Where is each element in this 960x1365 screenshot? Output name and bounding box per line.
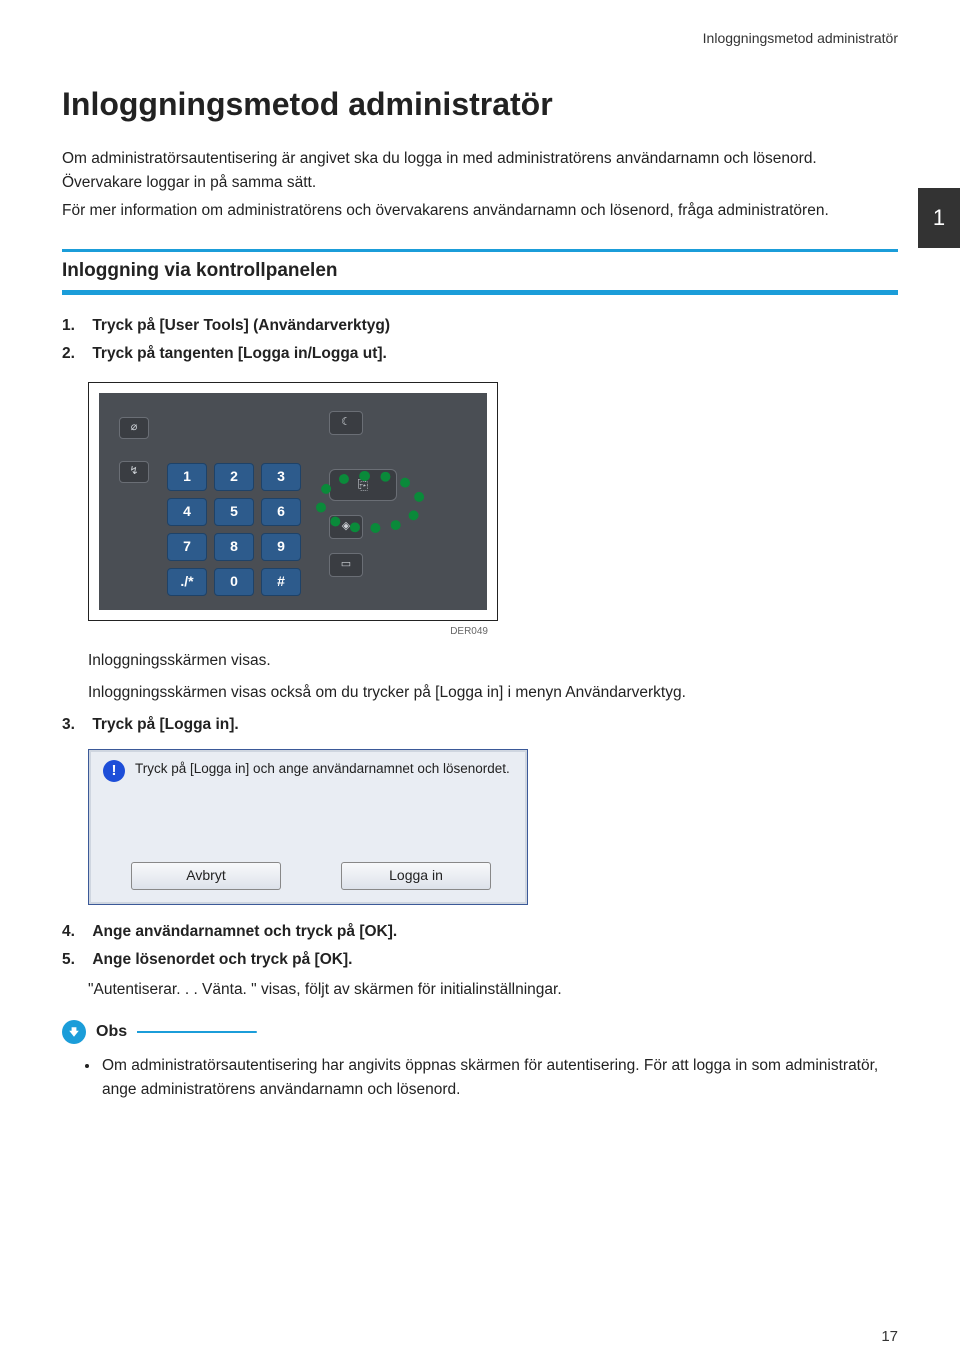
- intro-paragraph-1: Om administratörsautentisering är angive…: [62, 147, 898, 195]
- key-7: 7: [167, 533, 207, 561]
- note-bullets: Om administratörsautentisering har angiv…: [62, 1054, 898, 1102]
- chapter-tab: 1: [918, 188, 960, 248]
- numeric-keypad: 1 2 3 4 5 6 7 8 9 ./* 0 #: [167, 463, 301, 596]
- key-2: 2: [214, 463, 254, 491]
- dialog-message: Tryck på [Logga in] och ange användarnam…: [135, 760, 510, 778]
- step-4-text: Ange användarnamnet och tryck på [OK].: [92, 923, 397, 940]
- section-heading-text: Inloggning via kontrollpanelen: [62, 252, 898, 290]
- panel-side-button-1: ⌀: [119, 417, 149, 439]
- dialog-login-button: Logga in: [341, 862, 491, 890]
- image-reference-label: DER049: [88, 623, 498, 640]
- page-title: Inloggningsmetod administratör: [62, 86, 898, 123]
- step-2-number: 2.: [62, 341, 88, 367]
- key-6: 6: [261, 498, 301, 526]
- intro-paragraph-2: För mer information om administratörens …: [62, 199, 898, 223]
- panel-side-button-2: ↯: [119, 461, 149, 483]
- post-panel-text-1: Inloggningsskärmen visas.: [62, 648, 898, 674]
- dialog-cancel-button: Avbryt: [131, 862, 281, 890]
- step-1-number: 1.: [62, 313, 88, 339]
- panel-fn-button-square: ▭: [329, 553, 363, 577]
- step-1-text: Tryck på [User Tools] (Användarverktyg): [92, 317, 390, 334]
- running-header: Inloggningsmetod administratör: [62, 30, 898, 46]
- panel-fn-button-diamond: ◈: [329, 515, 363, 539]
- key-1: 1: [167, 463, 207, 491]
- post-panel-text-2: Inloggningsskärmen visas också om du try…: [62, 680, 898, 706]
- control-panel-illustration: ⌀ ↯ 1 2 3 4 5 6 7 8 9 ./* 0 #: [88, 382, 898, 640]
- login-dialog-illustration: ! Tryck på [Logga in] och ange användarn…: [88, 749, 898, 905]
- step-4-number: 4.: [62, 919, 88, 945]
- info-icon: !: [103, 760, 125, 782]
- post-step5-text: "Autentiserar. . . Vänta. " visas, följt…: [62, 977, 898, 1003]
- note-bullet-1: Om administratörsautentisering har angiv…: [100, 1054, 898, 1102]
- steps-list: 1. Tryck på [User Tools] (Användarverkty…: [62, 313, 898, 1004]
- login-logout-key: ⎘: [329, 469, 397, 501]
- note-label: Obs: [86, 1023, 137, 1041]
- page-number: 17: [881, 1328, 898, 1345]
- step-3-number: 3.: [62, 712, 88, 738]
- down-arrow-icon: [62, 1020, 86, 1044]
- key-0: 0: [214, 568, 254, 596]
- step-5-number: 5.: [62, 947, 88, 973]
- step-2-text: Tryck på tangenten [Logga in/Logga ut].: [92, 345, 387, 362]
- key-4: 4: [167, 498, 207, 526]
- key-8: 8: [214, 533, 254, 561]
- step-3-text: Tryck på [Logga in].: [92, 716, 238, 733]
- key-5: 5: [214, 498, 254, 526]
- note-callout: Obs: [62, 1020, 898, 1044]
- panel-fn-button-moon: ☾: [329, 411, 363, 435]
- step-5-text: Ange lösenordet och tryck på [OK].: [92, 951, 352, 968]
- section-heading: Inloggning via kontrollpanelen: [62, 249, 898, 295]
- key-3: 3: [261, 463, 301, 491]
- key-9: 9: [261, 533, 301, 561]
- key-hash: #: [261, 568, 301, 596]
- intro-block: Om administratörsautentisering är angive…: [62, 147, 898, 223]
- key-star: ./*: [167, 568, 207, 596]
